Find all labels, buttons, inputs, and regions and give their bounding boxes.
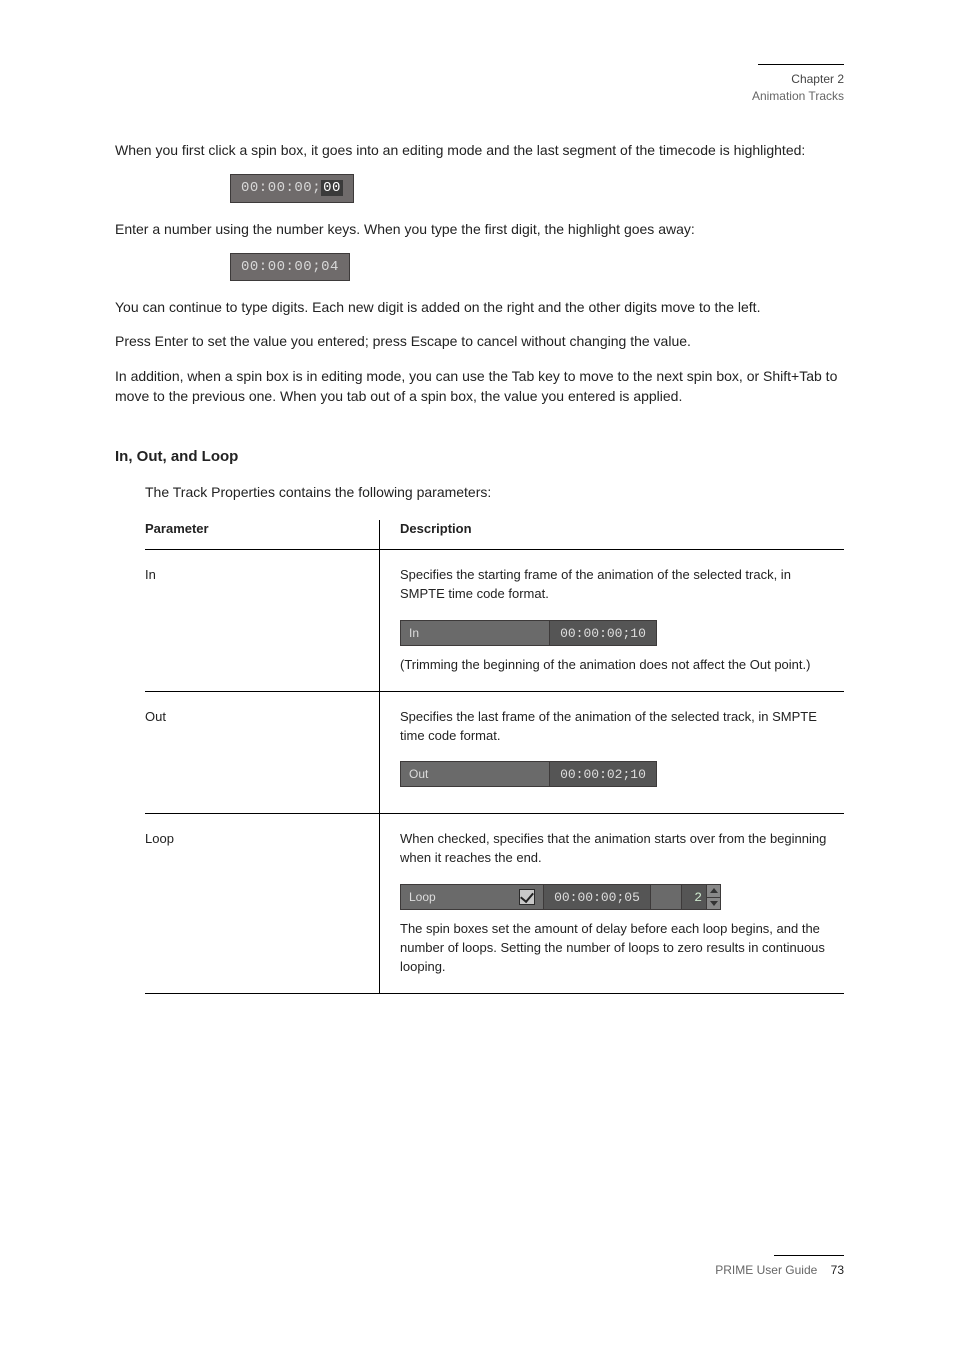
body-text: The Track Properties contains the follow…	[145, 482, 844, 502]
out-timecode-input[interactable]: 00:00:02;10	[549, 762, 656, 786]
body-text: When you first click a spin box, it goes…	[115, 140, 844, 160]
timecode-spinbox-initial[interactable]: 00:00:00;00	[230, 174, 354, 202]
param-name: In	[145, 550, 380, 692]
parameters-table: Parameter Description In Specifies the s…	[145, 520, 844, 993]
param-name: Loop	[145, 814, 380, 993]
out-field[interactable]: Out 00:00:02;10	[400, 761, 657, 787]
spinner-up-icon[interactable]	[706, 885, 720, 897]
table-header-parameter: Parameter	[145, 520, 380, 549]
loop-delay-timecode-input[interactable]: 00:00:00;05	[543, 885, 651, 909]
table-row: In Specifies the starting frame of the a…	[145, 550, 844, 692]
loop-count-spinner[interactable]: 2	[681, 885, 720, 909]
body-text: Press Enter to set the value you entered…	[115, 331, 844, 351]
spinner-down-icon[interactable]	[706, 897, 720, 910]
in-field-label: In	[401, 621, 459, 645]
page-header: Chapter 2 Animation Tracks	[752, 64, 844, 106]
footer-label: PRIME User Guide	[715, 1263, 817, 1277]
timecode-spinbox-typed[interactable]: 00:00:00;04	[230, 253, 350, 281]
param-desc: (Trimming the beginning of the animation…	[400, 656, 834, 675]
param-name: Out	[145, 691, 380, 814]
footer-rule	[774, 1255, 844, 1256]
page-footer: PRIME User Guide 73	[715, 1255, 844, 1279]
timecode-prefix: 00:00:00;	[241, 180, 321, 196]
param-desc: Specifies the starting frame of the anim…	[400, 566, 834, 604]
body-text: In addition, when a spin box is in editi…	[115, 366, 844, 407]
param-desc: The spin boxes set the amount of delay b…	[400, 920, 834, 977]
loop-count-value[interactable]: 2	[682, 885, 706, 909]
header-chapter: Chapter 2	[752, 71, 844, 88]
table-header-description: Description	[380, 520, 845, 549]
header-section: Animation Tracks	[752, 88, 844, 105]
in-field[interactable]: In 00:00:00;10	[400, 620, 657, 646]
table-row: Loop When checked, specifies that the an…	[145, 814, 844, 993]
body-text: Enter a number using the number keys. Wh…	[115, 219, 844, 239]
loop-checkbox[interactable]	[519, 889, 535, 905]
param-desc: When checked, specifies that the animati…	[400, 830, 834, 868]
table-row: Out Specifies the last frame of the anim…	[145, 691, 844, 814]
timecode-highlighted-segment: 00	[321, 180, 343, 196]
param-desc: Specifies the last frame of the animatio…	[400, 708, 834, 746]
in-timecode-input[interactable]: 00:00:00;10	[549, 621, 656, 645]
body-text: You can continue to type digits. Each ne…	[115, 297, 844, 317]
header-rule	[758, 64, 844, 65]
loop-field[interactable]: Loop 00:00:00;05 2	[400, 884, 721, 910]
section-heading: In, Out, and Loop	[115, 446, 844, 468]
out-field-label: Out	[401, 762, 459, 786]
page-number: 73	[831, 1263, 844, 1277]
loop-field-label: Loop	[401, 885, 469, 909]
